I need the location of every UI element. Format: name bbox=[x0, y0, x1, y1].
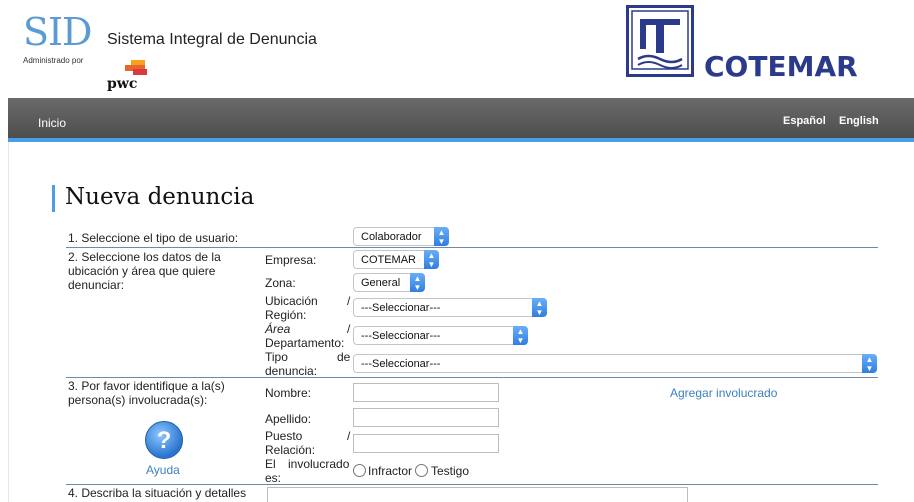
involucrado-label-1: El bbox=[265, 457, 276, 471]
zona-select[interactable]: General ▲ ▼ bbox=[353, 273, 425, 292]
sid-logo[interactable]: SID bbox=[23, 10, 93, 54]
divider bbox=[66, 484, 878, 485]
description-textarea[interactable] bbox=[267, 487, 688, 502]
lang-es-link[interactable]: Español bbox=[783, 115, 826, 127]
pwc-logo: pwc bbox=[107, 60, 149, 92]
involucrado-label-2: involucrado bbox=[288, 457, 350, 471]
cotemar-wordmark: COTEMAR bbox=[704, 50, 858, 83]
step3-label-line1: 3. Por favor identifique a la(s) bbox=[68, 379, 225, 393]
help-link[interactable]: Ayuda bbox=[146, 463, 180, 477]
area-label-2: Departamento: bbox=[265, 336, 345, 350]
puesto-label-2: Relación: bbox=[265, 443, 316, 457]
ubicacion-label-sep: / bbox=[347, 294, 351, 308]
step1-label: 1. Seleccione el tipo de usuario: bbox=[68, 231, 239, 245]
add-involved-link[interactable]: Agregar involucrado bbox=[670, 386, 777, 400]
empresa-label: Empresa: bbox=[265, 253, 317, 267]
user-type-value: Colaborador bbox=[361, 231, 422, 243]
zona-label: Zona: bbox=[265, 276, 296, 290]
nombre-label: Nombre: bbox=[265, 386, 312, 400]
testigo-label: Testigo bbox=[431, 464, 470, 478]
apellido-label: Apellido: bbox=[265, 412, 312, 426]
help-icon[interactable]: ? bbox=[145, 421, 183, 459]
pwc-wordmark: pwc bbox=[107, 76, 138, 92]
ubicacion-label-2: Región: bbox=[265, 308, 307, 322]
puesto-label-1: Puesto bbox=[265, 429, 303, 443]
area-label-sep: / bbox=[347, 322, 351, 336]
step2-label-line3: denunciar: bbox=[68, 278, 125, 292]
chevron-updown-icon: ▲ ▼ bbox=[532, 298, 547, 317]
empresa-select[interactable]: COTEMAR ▲ ▼ bbox=[353, 250, 439, 269]
cotemar-logo-icon bbox=[626, 5, 694, 77]
nombre-input[interactable] bbox=[353, 383, 499, 402]
infractor-label: Infractor bbox=[368, 464, 413, 478]
tipo-denuncia-select[interactable]: ---Seleccionar--- ▲ ▼ bbox=[353, 354, 877, 373]
ubicacion-label-1: Ubicación bbox=[265, 294, 318, 308]
tipo-value: ---Seleccionar--- bbox=[361, 358, 441, 370]
page: SID Administrado por pwc Sistema Integra… bbox=[0, 0, 914, 502]
nav-home-link[interactable]: Inicio bbox=[38, 116, 66, 130]
puesto-input[interactable] bbox=[353, 434, 499, 453]
step2-label-line2: ubicación y área que quiere bbox=[68, 264, 216, 278]
administered-by-label: Administrado por bbox=[23, 56, 84, 65]
ubicacion-value: ---Seleccionar--- bbox=[361, 302, 441, 314]
area-label-1: Área bbox=[265, 322, 291, 336]
divider bbox=[66, 377, 878, 378]
chevron-updown-icon: ▲ ▼ bbox=[424, 250, 439, 269]
area-select[interactable]: ---Seleccionar--- ▲ ▼ bbox=[353, 326, 528, 345]
step4-label: 4. Describa la situación y detalles bbox=[68, 486, 247, 500]
empresa-value: COTEMAR bbox=[361, 254, 416, 266]
testigo-radio[interactable] bbox=[415, 464, 428, 477]
area-value: ---Seleccionar--- bbox=[361, 330, 441, 342]
divider bbox=[66, 247, 878, 248]
tipo-label-1: Tipo bbox=[265, 350, 288, 364]
puesto-label-sep: / bbox=[347, 429, 351, 443]
chevron-updown-icon: ▲ ▼ bbox=[862, 354, 877, 373]
user-type-select[interactable]: Colaborador ▲ ▼ bbox=[353, 227, 449, 246]
zona-value: General bbox=[361, 277, 401, 289]
chevron-updown-icon: ▲ ▼ bbox=[434, 227, 449, 246]
system-title: Sistema Integral de Denuncia bbox=[107, 31, 317, 48]
title-accent bbox=[52, 185, 55, 212]
step2-label-line1: 2. Seleccione los datos de la bbox=[68, 250, 221, 264]
infractor-radio[interactable] bbox=[353, 464, 366, 477]
lang-en-link[interactable]: English bbox=[839, 115, 879, 127]
tipo-label-de: de bbox=[337, 350, 351, 364]
apellido-input[interactable] bbox=[353, 408, 499, 427]
ubicacion-select[interactable]: ---Seleccionar--- ▲ ▼ bbox=[353, 298, 547, 317]
header: SID Administrado por pwc Sistema Integra… bbox=[0, 0, 914, 98]
tipo-label-2: denuncia: bbox=[265, 364, 318, 378]
step3-label-line2: persona(s) involucrada(s): bbox=[68, 393, 208, 407]
chevron-updown-icon: ▲ ▼ bbox=[513, 326, 528, 345]
top-nav: Inicio Español English bbox=[8, 98, 914, 138]
involucrado-label-3: es: bbox=[265, 471, 282, 485]
chevron-updown-icon: ▲ ▼ bbox=[410, 273, 425, 292]
page-title: Nueva denuncia bbox=[65, 184, 255, 210]
